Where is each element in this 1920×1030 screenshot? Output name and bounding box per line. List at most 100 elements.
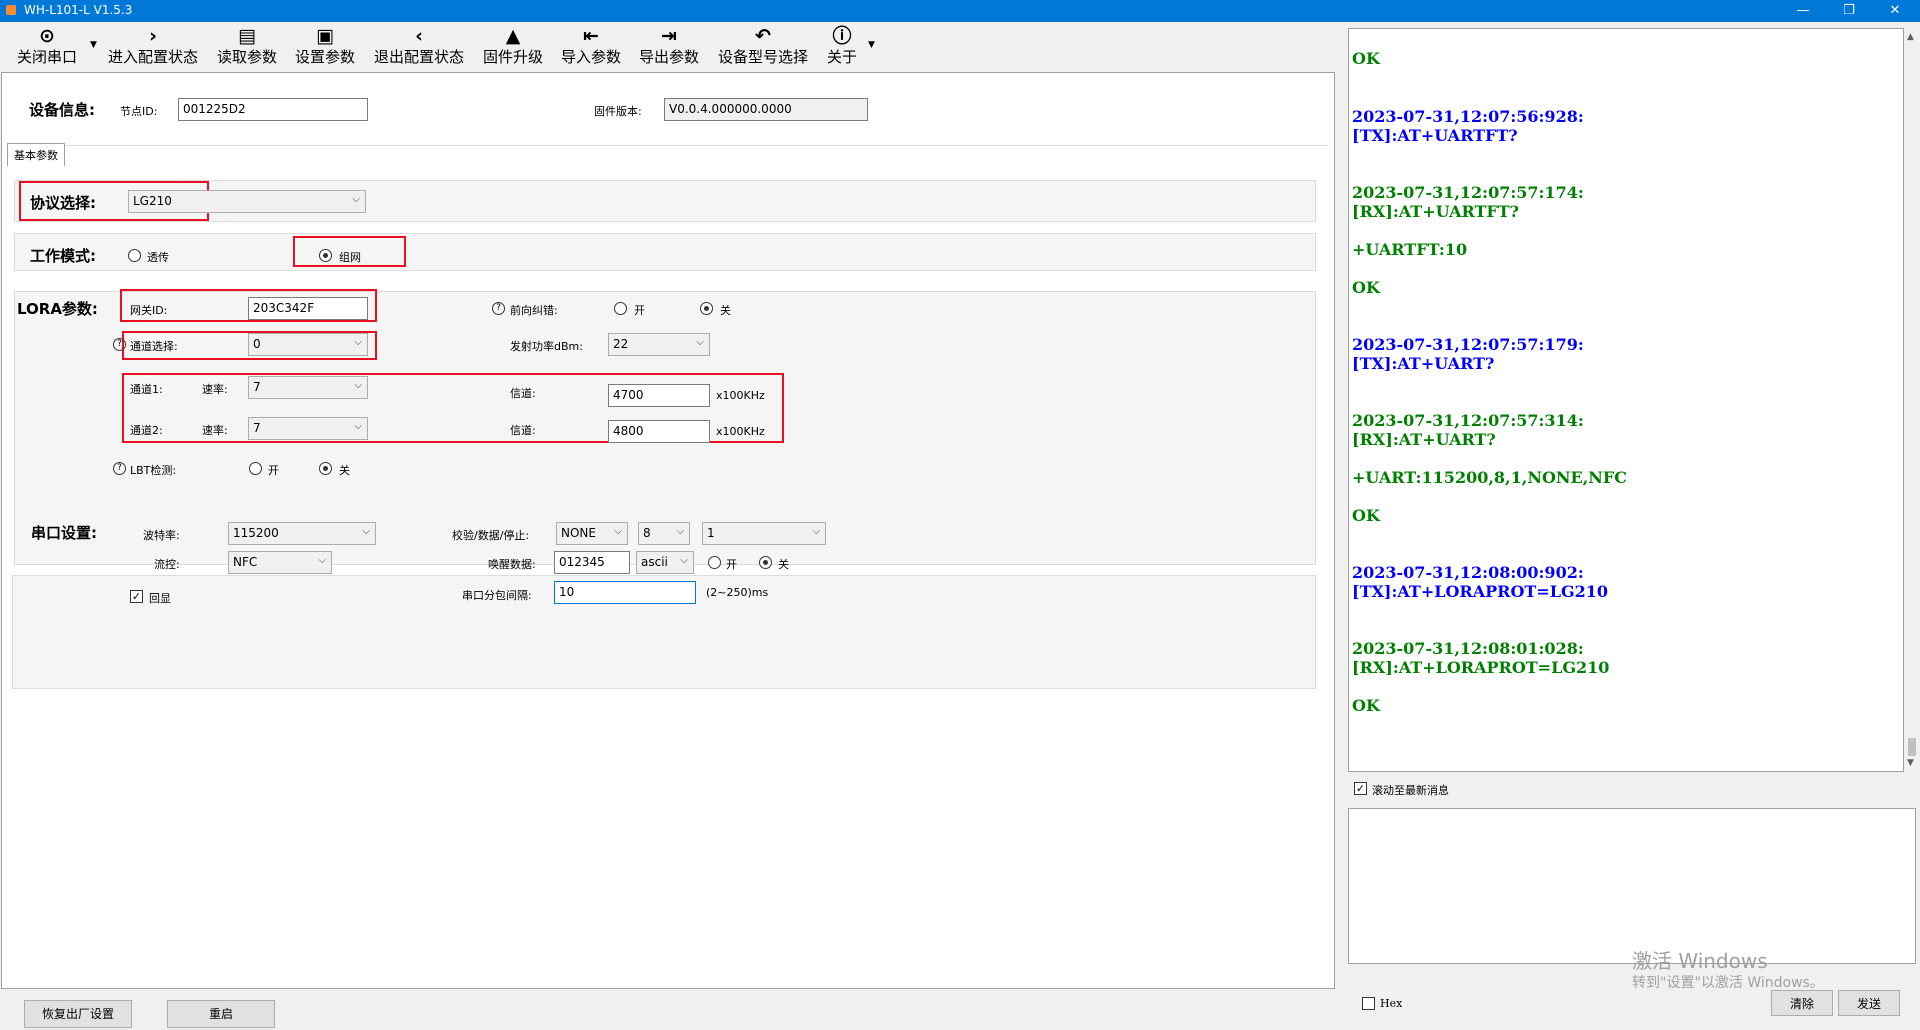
wake-on-label: 开 xyxy=(726,558,737,571)
export-icon: ⇥ xyxy=(661,25,677,47)
parity-select[interactable]: NONE ⌵ xyxy=(556,522,628,545)
fec-label: 前向纠错: xyxy=(510,304,558,317)
send-button[interactable]: 发送 xyxy=(1838,990,1900,1016)
interval-label: 串口分包间隔: xyxy=(462,589,532,602)
wake-field[interactable]: 012345 xyxy=(554,551,630,574)
chevron-down-icon: ⌵ xyxy=(352,194,360,205)
chevron-down-icon: ⌵ xyxy=(812,526,820,537)
gateway-id-field[interactable]: 203C342F xyxy=(248,297,368,320)
help-icon[interactable]: ? xyxy=(113,338,126,351)
device-model-button[interactable]: ↶ 设备型号选择 xyxy=(714,22,812,72)
channel-select[interactable]: 0 ⌵ xyxy=(248,333,368,356)
lora-header: LORA参数: xyxy=(17,300,98,318)
log-line: 2023-07-31,12:08:01:028: xyxy=(1352,639,1584,658)
factory-reset-button[interactable]: 恢复出厂设置 xyxy=(24,1000,132,1028)
echo-label: 回显 xyxy=(149,592,171,605)
read-params-button[interactable]: ▤ 读取参数 xyxy=(214,22,280,72)
lbt-off-label: 关 xyxy=(339,464,350,477)
protocol-select[interactable]: LG210 ⌵ xyxy=(128,190,366,213)
chevron-right-icon: › xyxy=(149,25,157,47)
log-scrollbar[interactable]: ▲ ▼ xyxy=(1904,28,1920,772)
lbt-off-radio[interactable] xyxy=(319,462,332,475)
window-title: WH-L101-L V1.5.3 xyxy=(24,3,133,17)
restart-button[interactable]: 重启 xyxy=(167,1000,275,1028)
log-panel: OK 2023-07-31,12:07:56:928: [TX]:AT+UART… xyxy=(1348,28,1904,772)
ch1-rate-label: 速率: xyxy=(202,383,228,396)
log-spacer xyxy=(1350,69,1351,70)
ch1-unit: x100KHz xyxy=(716,389,765,402)
interval-field[interactable]: 10 xyxy=(554,581,696,604)
mode-transparent-radio[interactable] xyxy=(128,249,141,262)
ch2-label: 通道2: xyxy=(130,424,163,437)
close-port-button[interactable]: ⊙ 关闭串口 xyxy=(12,22,82,72)
node-id-field[interactable]: 001225D2 xyxy=(178,98,368,121)
baud-select[interactable]: 115200 ⌵ xyxy=(228,522,376,545)
wake-off-radio[interactable] xyxy=(759,556,772,569)
document-search-icon: ▤ xyxy=(238,25,256,47)
flow-select[interactable]: NFC ⌵ xyxy=(228,551,332,574)
ch2-freq-field[interactable]: 4800 xyxy=(608,420,710,443)
autoscroll-checkbox[interactable]: ✓ xyxy=(1354,782,1367,795)
interval-range: (2~250)ms xyxy=(706,586,769,599)
clear-button[interactable]: 清除 xyxy=(1771,990,1833,1016)
log-line: +UART:115200,8,1,NONE,NFC xyxy=(1352,468,1627,487)
scroll-down-icon[interactable]: ▼ xyxy=(1907,758,1914,768)
log-line: [TX]:AT+LORAPROT=LG210 xyxy=(1352,582,1609,601)
flow-label: 流控: xyxy=(154,558,180,571)
hex-checkbox[interactable] xyxy=(1362,997,1375,1010)
log-line: 2023-07-31,12:08:00:902: xyxy=(1352,563,1584,582)
chevron-down-icon: ⌵ xyxy=(354,380,362,391)
exit-config-button[interactable]: ‹ 退出配置状态 xyxy=(370,22,468,72)
send-textarea[interactable] xyxy=(1348,808,1916,964)
ch2-rate-select[interactable]: 7 ⌵ xyxy=(248,417,368,440)
location-pin-icon: ⊙ xyxy=(39,25,55,47)
dropdown-arrow-icon[interactable]: ▼ xyxy=(90,40,97,50)
minimize-button[interactable]: — xyxy=(1780,0,1826,22)
mode-network-label: 组网 xyxy=(339,251,361,264)
data-bits-select[interactable]: 8 ⌵ xyxy=(638,522,690,545)
log-line: 2023-07-31,12:07:57:174: xyxy=(1352,183,1584,202)
tx-power-select[interactable]: 22 ⌵ xyxy=(608,333,710,356)
ch1-freq-field[interactable]: 4700 xyxy=(608,384,710,407)
lbt-on-radio[interactable] xyxy=(249,462,262,475)
enter-config-button[interactable]: › 进入配置状态 xyxy=(104,22,202,72)
echo-checkbox[interactable]: ✓ xyxy=(130,590,143,603)
log-line: [RX]:AT+UARTFT? xyxy=(1352,202,1520,221)
scroll-thumb[interactable] xyxy=(1908,738,1916,756)
scroll-up-icon[interactable]: ▲ xyxy=(1907,32,1914,42)
tx-power-label: 发射功率dBm: xyxy=(510,340,583,353)
log-line: [RX]:AT+UART? xyxy=(1352,430,1496,449)
wake-label: 唤醒数据: xyxy=(488,558,536,571)
import-params-button[interactable]: ⇤ 导入参数 xyxy=(558,22,624,72)
save-icon: ▣ xyxy=(316,25,334,47)
chevron-down-icon: ⌵ xyxy=(696,337,704,348)
serial-header: 串口设置: xyxy=(31,524,97,542)
mode-network-radio[interactable] xyxy=(319,249,332,262)
autoscroll-label: 滚动至最新消息 xyxy=(1372,784,1449,797)
overflow-arrow-icon[interactable]: ▼ xyxy=(868,40,875,50)
set-params-button[interactable]: ▣ 设置参数 xyxy=(292,22,358,72)
help-icon[interactable]: ? xyxy=(492,302,505,315)
tab-basic-params[interactable]: 基本参数 xyxy=(7,143,65,166)
tab-divider xyxy=(6,145,1328,146)
chevron-down-icon: ⌵ xyxy=(354,421,362,432)
fec-on-radio[interactable] xyxy=(614,302,627,315)
fec-off-radio[interactable] xyxy=(700,302,713,315)
splitter-handle[interactable] xyxy=(1337,490,1345,570)
log-line: [RX]:AT+LORAPROT=LG210 xyxy=(1352,658,1610,677)
export-params-button[interactable]: ⇥ 导出参数 xyxy=(636,22,702,72)
close-window-button[interactable]: ✕ xyxy=(1872,0,1918,22)
firmware-upgrade-button[interactable]: ▲ 固件升级 xyxy=(480,22,546,72)
ch2-freq-label: 信道: xyxy=(510,424,536,437)
wake-format-select[interactable]: ascii ⌵ xyxy=(636,551,694,574)
info-icon: ⓘ xyxy=(832,25,852,47)
stop-bits-select[interactable]: 1 ⌵ xyxy=(702,522,826,545)
about-button[interactable]: ⓘ 关于 xyxy=(822,22,862,72)
help-icon[interactable]: ? xyxy=(113,462,126,475)
log-line: 2023-07-31,12:07:57:179: xyxy=(1352,335,1584,354)
wake-on-radio[interactable] xyxy=(708,556,721,569)
chevron-down-icon: ⌵ xyxy=(354,337,362,348)
restore-button[interactable]: ❐ xyxy=(1826,0,1872,22)
ch1-rate-select[interactable]: 7 ⌵ xyxy=(248,376,368,399)
chevron-down-icon: ⌵ xyxy=(614,526,622,537)
